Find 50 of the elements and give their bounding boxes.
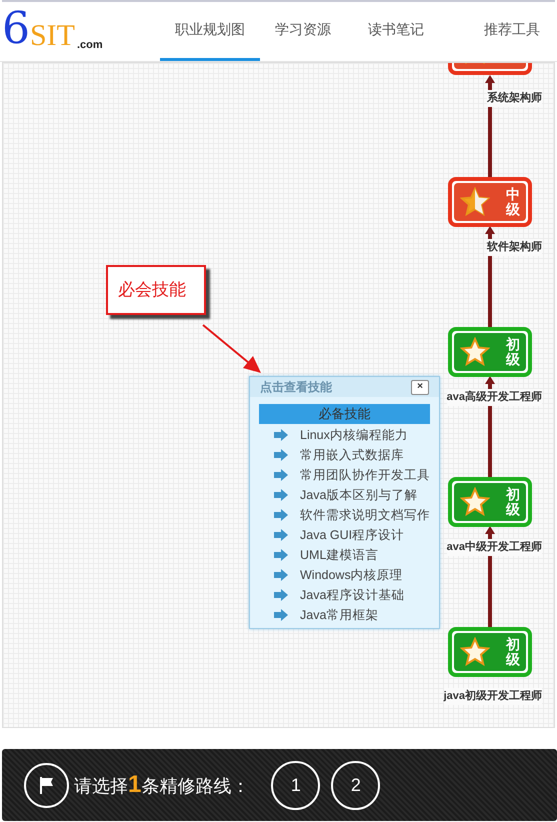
arrow-icon [274, 549, 288, 561]
popup-title: 点击查看技能 [260, 379, 332, 396]
close-button[interactable]: × [411, 380, 429, 394]
career-node[interactable]: 初级 [448, 627, 532, 677]
arrow-icon [274, 529, 288, 541]
arrow-icon [274, 429, 288, 441]
star-icon [460, 487, 490, 517]
route-prompt: 请选择1条精修路线： [74, 770, 250, 800]
arrow-icon [274, 469, 288, 481]
skills-heading: 必备技能 [259, 404, 430, 424]
nav-tab[interactable]: 学习资源 [260, 1, 346, 61]
arrow-icon [274, 489, 288, 501]
logo[interactable]: 6SIT.com [0, 1, 160, 61]
pointer-arrow [201, 323, 263, 375]
grade-label: 初级 [506, 336, 520, 368]
skill-item[interactable]: Java版本区别与了解 [300, 486, 418, 504]
grade-label: 初级 [506, 636, 520, 668]
arrow-icon [274, 509, 288, 521]
node-label: 系统架构师 [487, 90, 542, 106]
node-label: 软件架构师 [487, 239, 542, 256]
grade-label: 中级 [506, 186, 520, 218]
star-icon [460, 337, 490, 367]
arrow-icon [274, 449, 288, 461]
skill-item[interactable]: 软件需求说明文档写作 [300, 506, 430, 524]
nav-tab[interactable]: 读书笔记 [346, 1, 446, 61]
career-node[interactable]: 初级 [448, 327, 532, 377]
callout-note: 必会技能 [106, 265, 206, 315]
career-node[interactable]: 中级 [448, 177, 532, 227]
star-icon [460, 637, 490, 667]
skill-item[interactable]: 常用嵌入式数据库 [300, 446, 404, 464]
skill-item[interactable]: Windows内核原理 [300, 566, 403, 584]
skill-item[interactable]: Java常用框架 [300, 606, 378, 624]
node-label: java初级开发工程师 [444, 688, 542, 704]
grade-label: 初级 [506, 486, 520, 518]
skill-item[interactable]: 常用团队协作开发工具 [300, 466, 430, 484]
arrow-icon [274, 589, 288, 601]
skill-item[interactable]: Java程序设计基础 [300, 586, 404, 604]
node-label: ava中级开发工程师 [446, 539, 542, 556]
career-node[interactable]: 初级 [448, 477, 532, 527]
skill-item[interactable]: Linux内核编程能力 [300, 426, 408, 444]
skill-item[interactable]: UML建模语言 [300, 546, 378, 564]
arrow-icon [274, 569, 288, 581]
flag-icon [24, 762, 69, 808]
nav-tab[interactable]: 推荐工具 [467, 1, 557, 61]
route-option[interactable]: 1 [271, 760, 320, 810]
arrow-icon [274, 609, 288, 621]
node-label: ava高级开发工程师 [446, 389, 542, 406]
route-option[interactable]: 2 [331, 760, 380, 810]
star-icon [460, 187, 490, 217]
skill-item[interactable]: Java GUI程序设计 [300, 526, 404, 544]
